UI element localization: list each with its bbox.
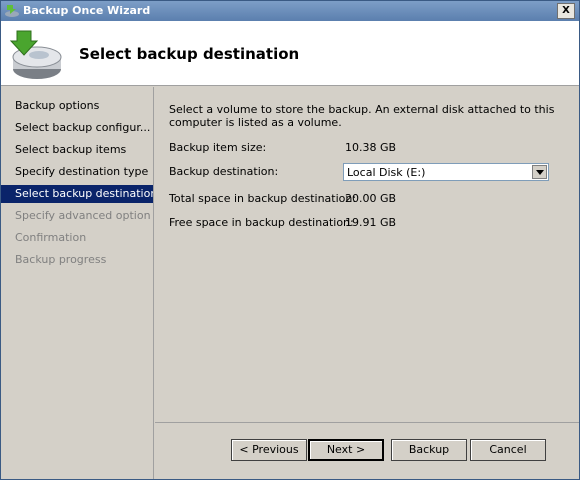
- cancel-button[interactable]: Cancel: [470, 439, 546, 461]
- main-panel: Select a volume to store the backup. An …: [155, 87, 579, 422]
- page-title: Select backup destination: [79, 45, 300, 63]
- step-destination-type[interactable]: Specify destination type: [1, 163, 153, 181]
- backup-destination-label: Backup destination:: [169, 165, 279, 178]
- step-backup-destination[interactable]: Select backup destination: [1, 185, 153, 203]
- window-title: Backup Once Wizard: [23, 4, 151, 17]
- backup-button[interactable]: Backup: [391, 439, 467, 461]
- backup-disk-icon: [9, 30, 62, 79]
- previous-button[interactable]: < Previous: [231, 439, 307, 461]
- wizard-header: Select backup destination: [1, 21, 579, 86]
- steps-sidebar: Backup options Select backup configur...…: [1, 87, 154, 479]
- total-space-value: 20.00 GB: [345, 192, 397, 205]
- backup-destination-value: Local Disk (E:): [347, 166, 426, 179]
- backup-wizard-icon: [5, 5, 19, 17]
- footer-divider: [155, 422, 579, 423]
- wizard-window: Backup Once Wizard X Select backup desti…: [0, 0, 580, 480]
- backup-destination-select[interactable]: Local Disk (E:): [343, 163, 549, 181]
- chevron-down-icon[interactable]: [532, 165, 547, 179]
- step-backup-options[interactable]: Backup options: [1, 97, 153, 115]
- next-button[interactable]: Next >: [308, 439, 384, 461]
- backup-item-size-label: Backup item size:: [169, 141, 267, 154]
- free-space-label: Free space in backup destination:: [169, 216, 354, 229]
- title-bar: Backup Once Wizard X: [1, 1, 579, 21]
- total-space-label: Total space in backup destination:: [169, 192, 357, 205]
- free-space-value: 19.91 GB: [345, 216, 397, 229]
- step-backup-progress: Backup progress: [15, 253, 107, 266]
- close-button[interactable]: X: [557, 3, 575, 19]
- step-backup-configuration[interactable]: Select backup configur...: [1, 119, 153, 137]
- step-backup-items[interactable]: Select backup items: [1, 141, 153, 159]
- description-text: Select a volume to store the backup. An …: [169, 103, 555, 129]
- backup-item-size-value: 10.38 GB: [345, 141, 397, 154]
- step-confirmation: Confirmation: [15, 231, 87, 244]
- step-advanced-option: Specify advanced option: [15, 209, 151, 222]
